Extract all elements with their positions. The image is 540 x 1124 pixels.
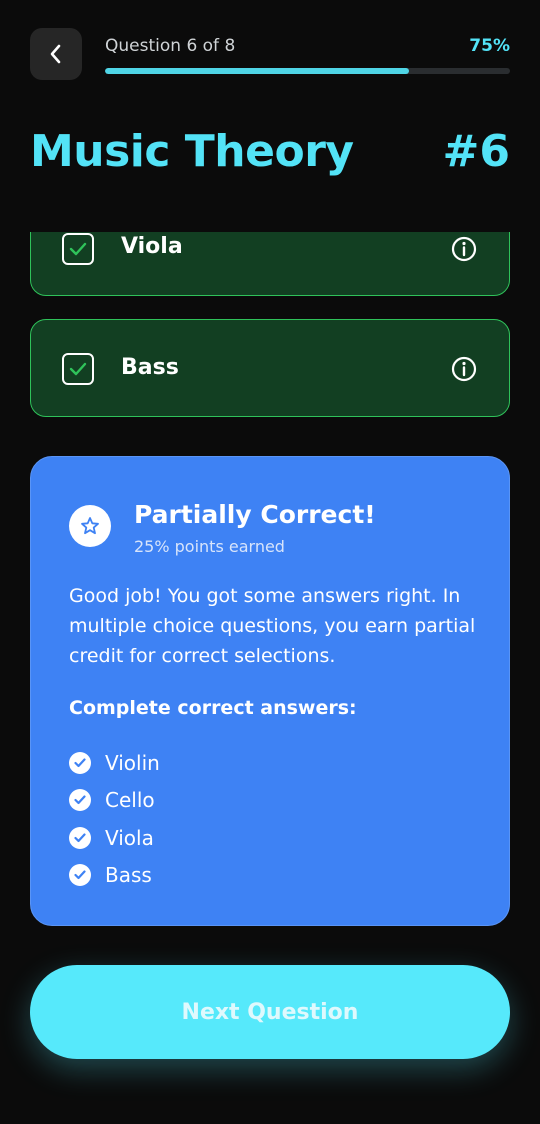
check-circle-icon (69, 826, 91, 849)
feedback-body: Good job! You got some answers right. In… (69, 585, 476, 667)
list-item: Violin (69, 744, 160, 782)
progress-percent: 75% (469, 36, 510, 56)
progress-bar (105, 68, 510, 74)
check-circle-icon (69, 751, 91, 774)
list-item: Viola (69, 819, 160, 857)
chevron-left-icon (50, 44, 61, 64)
list-item: Cello (69, 782, 160, 820)
back-button[interactable] (30, 28, 82, 80)
option-label: Viola (121, 234, 183, 259)
answer-label: Violin (105, 750, 160, 775)
answers-heading: Complete correct answers: (69, 697, 357, 719)
list-item: Bass (69, 857, 160, 895)
option-viola[interactable]: Viola (30, 232, 510, 296)
feedback-card: Partially Correct! 25% points earned Goo… (30, 456, 510, 926)
check-circle-icon (69, 864, 91, 887)
check-circle-icon (69, 789, 91, 812)
question-content[interactable]: Viola Bass Partially Correct! 25% points… (0, 232, 540, 952)
option-label: Bass (121, 355, 179, 380)
progress-bar-fill (105, 68, 409, 74)
checkbox-checked-icon[interactable] (62, 233, 94, 265)
correct-answers-list: Violin Cello Viola Bass (69, 744, 160, 894)
info-icon[interactable] (451, 356, 477, 382)
page-title: Music Theory (30, 126, 354, 177)
progress-label: Question 6 of 8 (105, 36, 236, 56)
next-question-label: Next Question (181, 999, 359, 1025)
feedback-title: Partially Correct! (134, 500, 376, 529)
star-icon (69, 505, 111, 547)
answer-label: Bass (105, 863, 152, 888)
checkbox-checked-icon[interactable] (62, 353, 94, 385)
answer-label: Viola (105, 825, 154, 850)
option-bass[interactable]: Bass (30, 319, 510, 417)
question-number: #6 (442, 126, 510, 177)
feedback-subtitle: 25% points earned (134, 537, 285, 556)
answer-label: Cello (105, 788, 155, 813)
next-question-button[interactable]: Next Question (30, 965, 510, 1059)
info-icon[interactable] (451, 236, 477, 262)
